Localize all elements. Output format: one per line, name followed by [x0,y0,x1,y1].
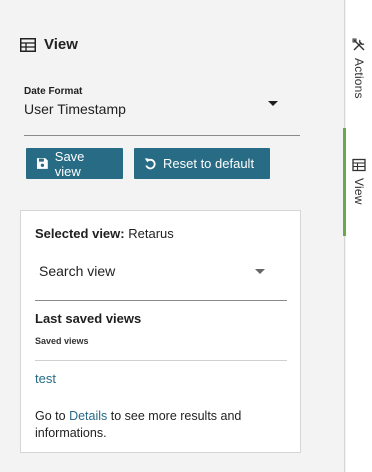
last-saved-views-title: Last saved views [35,311,142,326]
date-format-value: User Timestamp [24,101,126,117]
selected-view-key: Selected view: [35,226,125,241]
table-icon [352,158,366,172]
search-view-value: Search view [39,263,116,279]
divider [35,360,287,361]
details-link[interactable]: Details [69,409,107,423]
selected-view-card: Selected view: Retarus Search view Last … [20,210,301,453]
selected-view-value: Retarus [128,226,174,241]
selected-view-line: Selected view: Retarus [35,226,174,241]
undo-icon [144,158,156,170]
details-note: Go to Details to see more results and in… [35,408,287,442]
save-view-button[interactable]: Save view [26,148,123,179]
tab-actions[interactable]: Actions [346,38,372,118]
save-view-label: Save view [54,148,85,179]
reset-to-default-label: Reset to default [163,156,255,171]
note-prefix: Go to [35,409,66,423]
date-format-select[interactable]: Date Format User Timestamp [24,86,300,136]
tab-view[interactable]: View [346,128,372,236]
rail-divider [344,0,345,472]
reset-to-default-button[interactable]: Reset to default [134,148,270,179]
save-icon [36,158,48,169]
caret-down-icon [255,269,265,274]
tab-view-label: View [352,178,366,205]
search-view-select[interactable]: Search view [35,255,287,301]
date-format-label: Date Format [24,86,83,97]
panel-header: View [20,36,78,53]
table-icon [20,37,36,52]
caret-down-icon [268,101,278,106]
saved-views-subtitle: Saved views [35,336,89,346]
saved-view-link-test[interactable]: test [35,371,56,386]
note-suffix: to see more results and informations. [35,409,242,440]
tab-actions-label: Actions [352,58,366,99]
tools-icon [352,38,365,51]
panel-title: View [44,36,78,53]
